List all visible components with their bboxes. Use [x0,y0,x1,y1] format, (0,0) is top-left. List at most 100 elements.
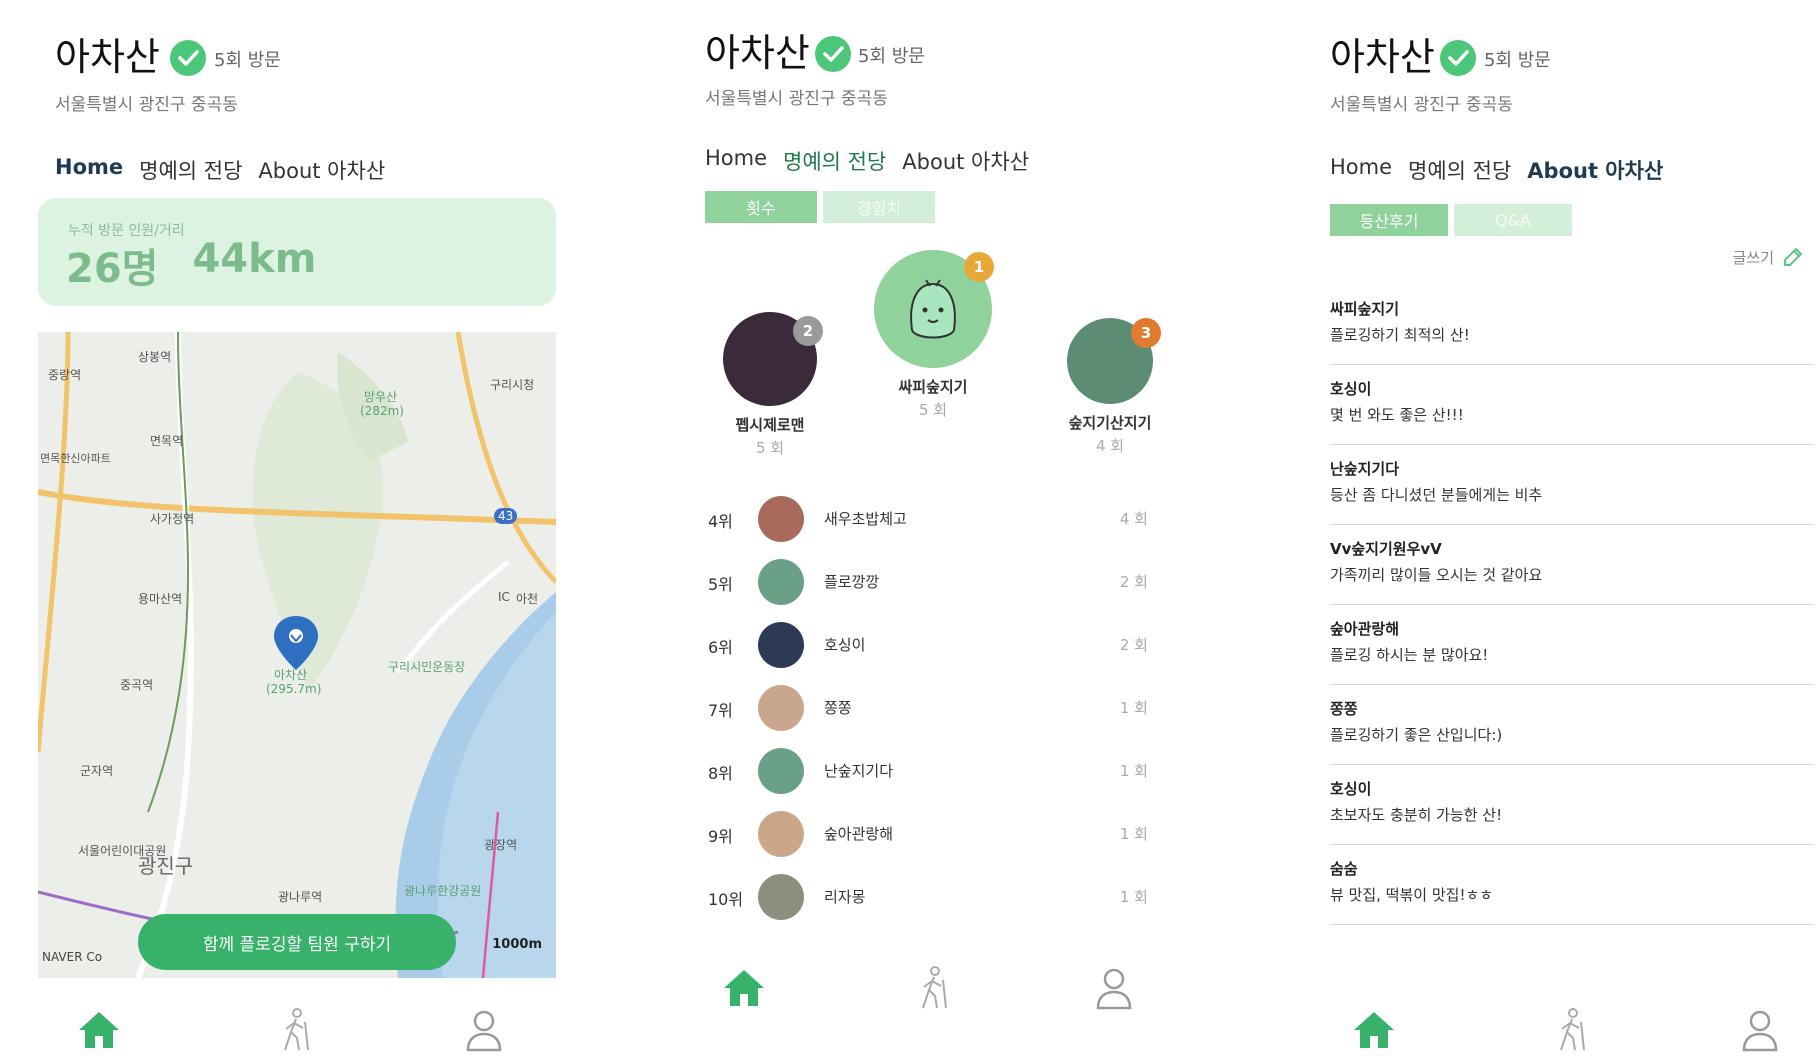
verified-check-icon [815,36,851,72]
review-item[interactable]: 숲아관랑해 플로깅 하시는 분 많아요! [1330,606,1814,685]
map-label: IC [498,590,510,604]
segment-reviews[interactable]: 등산후기 [1330,204,1448,236]
podium-name: 싸피숲지기 [898,378,968,396]
map-label: 구리시청 [490,378,535,392]
tab-about[interactable]: About 아차산 [258,155,385,185]
map-label: 면목역 [150,434,184,448]
profile-icon[interactable] [1736,1006,1784,1054]
address: 서울특별시 광진구 중곡동 [705,89,888,109]
ranking-row[interactable]: 6위 호싱이 2 회 [708,620,1158,670]
ranking-row[interactable]: 10위 리자몽 1 회 [708,872,1158,922]
map-label: 면목한신아파트 [40,452,111,465]
mountain-title: 아차산 [55,35,160,79]
home-icon[interactable] [75,1006,123,1054]
tab-about[interactable]: About 아차산 [902,146,1029,176]
rank-count: 1 회 [1119,825,1148,843]
review-author: 호싱이 [1330,780,1372,798]
rank-name: 새우초밥체고 [824,510,907,528]
mountain-title: 아차산 [1330,35,1435,79]
tab-home[interactable]: Home [1330,155,1392,185]
map-label: 상봉역 [138,350,172,364]
verified-check-icon [170,40,206,76]
rank-count: 1 회 [1119,888,1148,906]
podium-count: 5 회 [918,401,948,419]
avatar: 1 [874,250,994,368]
hiking-icon[interactable] [1546,1006,1594,1054]
address: 서울특별시 광진구 중곡동 [1330,95,1513,115]
avatar [758,496,804,542]
podium-second[interactable]: 2 펩시제로맨 5 회 [715,312,825,458]
map-label: 광장역 [484,838,518,852]
podium-first[interactable]: 1 싸피숲지기 5 회 [868,250,998,420]
map-label: 망우산 [364,390,398,404]
map-label: 구리시민운동장 [388,660,466,674]
total-distance: 44km [192,236,317,282]
podium-count: 5 회 [755,439,785,457]
write-review-button[interactable]: 글쓰기 [1733,246,1804,268]
map-label: 사가정역 [150,512,195,526]
home-icon[interactable] [720,964,768,1012]
rank-name: 쫑쫑 [824,699,852,717]
segment-experience[interactable]: 경험치 [823,191,935,223]
tab-bar: Home 명예의 전당 About 아차산 [705,146,1029,176]
review-item[interactable]: 숨숨 뷰 맛집, 떡볶이 맛집!ㅎㅎ [1330,846,1814,925]
tab-hall-of-fame[interactable]: 명예의 전당 [1408,155,1511,185]
profile-icon[interactable] [460,1006,508,1054]
rank-count: 2 회 [1119,573,1148,591]
visitor-count: 26명 [66,246,159,292]
review-item[interactable]: 쫑쫑 플로깅하기 좋은 산입니다:) [1330,686,1814,765]
verified-check-icon [1440,40,1476,76]
ranking-row[interactable]: 7위 쫑쫑 1 회 [708,683,1158,733]
rank-count: 1 회 [1119,699,1148,717]
ranking-toggle: 횟수 경험치 [705,191,935,223]
map-label: 광나루한강공원 [404,884,482,898]
find-team-button[interactable]: 함께 플로깅할 팀원 구하기 [138,914,456,970]
review-text: 플로깅하기 최적의 산! [1330,326,1470,344]
avatar [758,874,804,920]
tab-hall-of-fame[interactable]: 명예의 전당 [783,146,886,176]
review-item[interactable]: Vv숲지기원우vV 가족끼리 많이들 오시는 것 같아요 [1330,526,1814,605]
review-text: 가족끼리 많이들 오시는 것 같아요 [1330,566,1543,584]
review-item[interactable]: 난숲지기다 등산 좀 다니셨던 분들에게는 비추 [1330,446,1814,525]
screen-home: 아차산 5회 방문 서울특별시 광진구 중곡동 Home 명예의 전당 Abou… [0,0,600,1064]
review-text: 뷰 맛집, 떡볶이 맛집!ㅎㅎ [1330,886,1494,904]
map-label: (282m) [360,404,404,418]
rank-number: 10위 [708,890,744,909]
review-author: 쫑쫑 [1330,700,1358,718]
ranking-row[interactable]: 9위 숲아관랑해 1 회 [708,809,1158,859]
tab-home[interactable]: Home [55,155,123,185]
hiking-icon[interactable] [270,1006,318,1054]
tab-about[interactable]: About 아차산 [1527,155,1663,185]
tab-bar: Home 명예의 전당 About 아차산 [1330,155,1663,185]
review-item[interactable]: 호싱이 몇 번 와도 좋은 산!!! [1330,366,1814,445]
ranking-row[interactable]: 8위 난숲지기다 1 회 [708,746,1158,796]
avatar [758,559,804,605]
review-item[interactable]: 호싱이 초보자도 충분히 가능한 산! [1330,766,1814,845]
gold-medal-icon: 1 [964,252,994,282]
map-attribution: NAVER Co [42,950,103,964]
review-item[interactable]: 싸피숲지기 플로깅하기 최적의 산! [1330,286,1814,365]
map-label: 아천 [516,592,539,606]
tab-home[interactable]: Home [705,146,767,176]
screen-about: 아차산 5회 방문 서울특별시 광진구 중곡동 Home 명예의 전당 Abou… [1280,0,1816,1064]
ranking-row[interactable]: 5위 플로깡깡 2 회 [708,557,1158,607]
map-view[interactable]: 중랑역 상봉역 면목역 망우산 (282m) 구리시청 면목한신아파트 사가정역… [38,332,556,978]
podium-count: 4 회 [1095,437,1125,455]
tab-hall-of-fame[interactable]: 명예의 전당 [139,155,242,185]
home-icon[interactable] [1350,1006,1398,1054]
hiking-icon[interactable] [908,964,956,1012]
podium-name: 숲지기산지기 [1068,414,1152,432]
mountain-title: 아차산 [705,31,810,75]
segment-qna[interactable]: Q&A [1454,204,1572,236]
segment-count[interactable]: 횟수 [705,191,817,223]
rank-number: 5위 [708,575,733,594]
profile-icon[interactable] [1090,964,1138,1012]
podium-third[interactable]: 3 숲지기산지기 4 회 [1050,318,1170,456]
ranking-row[interactable]: 4위 새우초밥체고 4 회 [708,494,1158,544]
rank-name: 플로깡깡 [824,573,880,591]
avatar: 3 [1067,318,1161,404]
review-author: 난숲지기다 [1330,460,1400,478]
review-text: 플로깅하기 좋은 산입니다:) [1330,726,1503,744]
stats-card: 누적 방문 인원/거리 26명 44km [38,198,556,306]
avatar [758,622,804,668]
